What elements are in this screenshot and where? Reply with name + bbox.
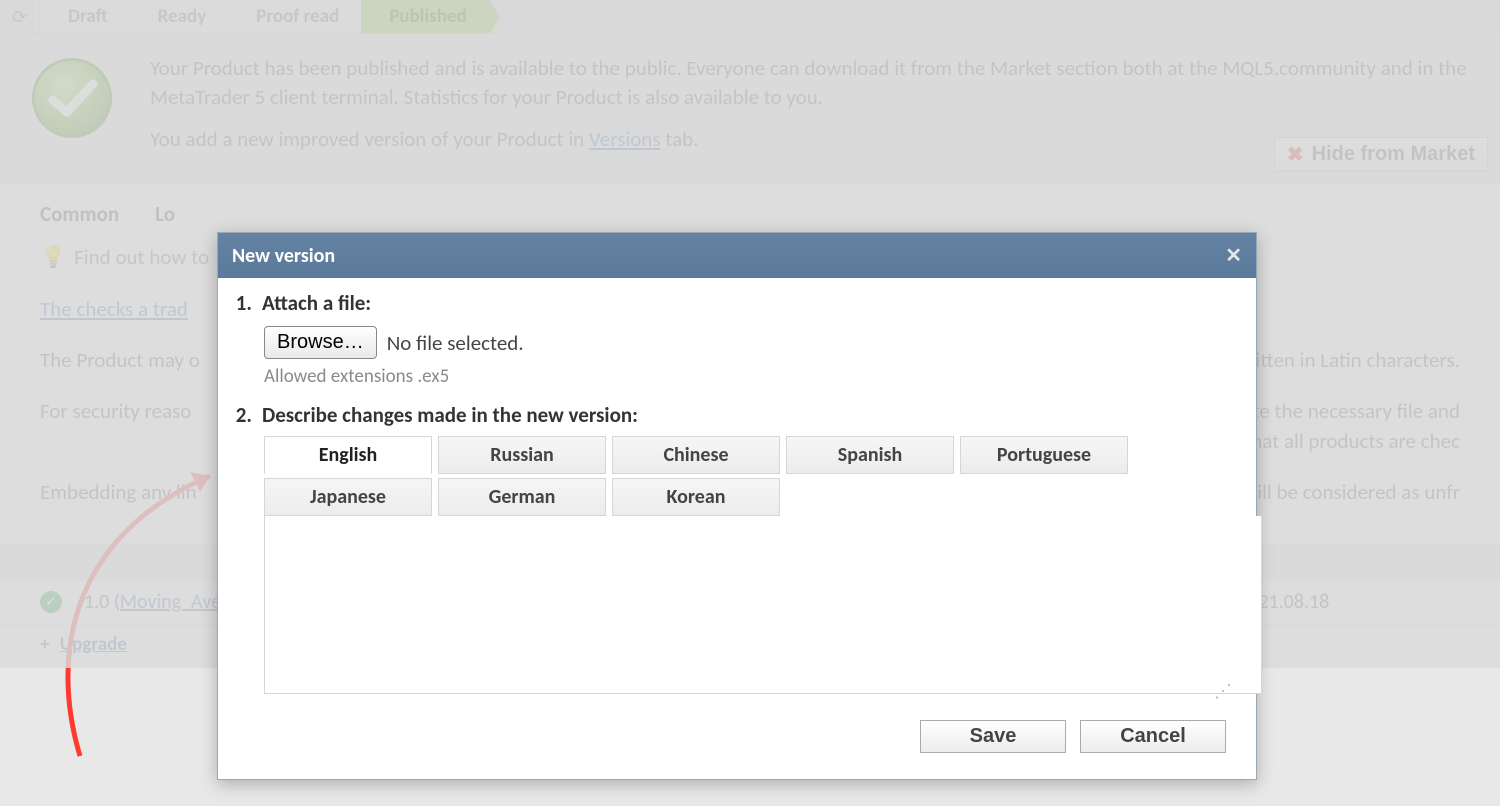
file-picker-row: Browse… No file selected.	[264, 326, 1238, 359]
changes-textarea[interactable]	[264, 516, 1262, 694]
step-2: 2. Describe changes made in the new vers…	[230, 402, 1238, 428]
status-bar: ⟳ Draft Ready Proof read Published	[0, 0, 1500, 34]
close-icon: ✖	[1287, 142, 1304, 167]
lang-tab-chinese[interactable]: Chinese	[612, 436, 780, 474]
intro-line2-pre: You add a new improved version of your P…	[150, 126, 589, 152]
no-file-label: No file selected.	[387, 330, 524, 356]
dialog-title-bar[interactable]: New version ✕	[218, 233, 1256, 278]
lightbulb-icon: 💡	[40, 243, 66, 272]
check-badge-icon	[28, 54, 116, 142]
stage-draft[interactable]: Draft	[40, 0, 130, 33]
browse-button[interactable]: Browse…	[264, 326, 377, 359]
upgrade-link[interactable]: Upgrade	[60, 633, 127, 656]
step-1: 1. Attach a file:	[230, 290, 1238, 316]
intro-panel: Your Product has been published and is a…	[0, 34, 1500, 183]
tab-logs[interactable]: Lo	[155, 201, 175, 227]
lang-tab-spanish[interactable]: Spanish	[786, 436, 954, 474]
step-2-label: Describe changes made in the new version…	[262, 402, 638, 428]
lang-tab-english[interactable]: English	[264, 436, 432, 474]
hide-from-market-button[interactable]: ✖ Hide from Market	[1274, 137, 1488, 172]
status-ok-icon: ✓	[40, 591, 62, 613]
step-1-number: 1.	[230, 290, 252, 316]
plus-icon: +	[40, 633, 49, 656]
file-date3-cell: 2021.08.18	[1238, 590, 1460, 614]
stage-ready[interactable]: Ready	[130, 0, 229, 33]
page-root: ⟳ Draft Ready Proof read Published Your …	[0, 0, 1500, 668]
dialog-title-text: New version	[232, 244, 335, 268]
hint-text: Find out how to	[74, 243, 209, 272]
versions-link[interactable]: Versions	[589, 126, 661, 152]
dialog-actions: Save Cancel	[230, 710, 1238, 767]
tab-common[interactable]: Common	[40, 201, 119, 227]
intro-line1: Your Product has been published and is a…	[150, 54, 1472, 113]
language-tabs: English Russian Chinese Spanish Portugue…	[264, 436, 1134, 516]
step-2-number: 2.	[230, 402, 252, 428]
stage-proof-read[interactable]: Proof read	[228, 0, 361, 33]
dialog-body: 1. Attach a file: Browse… No file select…	[218, 278, 1256, 779]
lang-tab-portuguese[interactable]: Portuguese	[960, 436, 1128, 474]
lang-tab-korean[interactable]: Korean	[612, 478, 780, 516]
new-version-dialog: New version ✕ 1. Attach a file: Browse… …	[217, 232, 1257, 780]
checks-link[interactable]: The checks a trad	[40, 296, 188, 322]
body-p2-a: For security reaso	[40, 398, 191, 424]
step-1-label: Attach a file:	[262, 290, 371, 316]
lang-tab-russian[interactable]: Russian	[438, 436, 606, 474]
cancel-button[interactable]: Cancel	[1080, 720, 1226, 753]
lang-tab-japanese[interactable]: Japanese	[264, 478, 432, 516]
body-p1-a: The Product may o	[40, 347, 200, 373]
dialog-close-icon[interactable]: ✕	[1225, 243, 1242, 268]
intro-line2-post: tab.	[665, 126, 698, 152]
stage-published[interactable]: Published	[361, 0, 488, 33]
lang-tab-german[interactable]: German	[438, 478, 606, 516]
refresh-icon[interactable]: ⟳	[0, 0, 40, 33]
body-p3-a: Embedding any lin	[40, 479, 197, 505]
save-button[interactable]: Save	[920, 720, 1066, 753]
version-number: 1.0	[84, 590, 109, 614]
product-tabs: Common Lo	[0, 183, 1500, 237]
allowed-extensions-note: Allowed extensions .ex5	[264, 365, 1238, 388]
hide-from-market-label: Hide from Market	[1312, 143, 1475, 166]
